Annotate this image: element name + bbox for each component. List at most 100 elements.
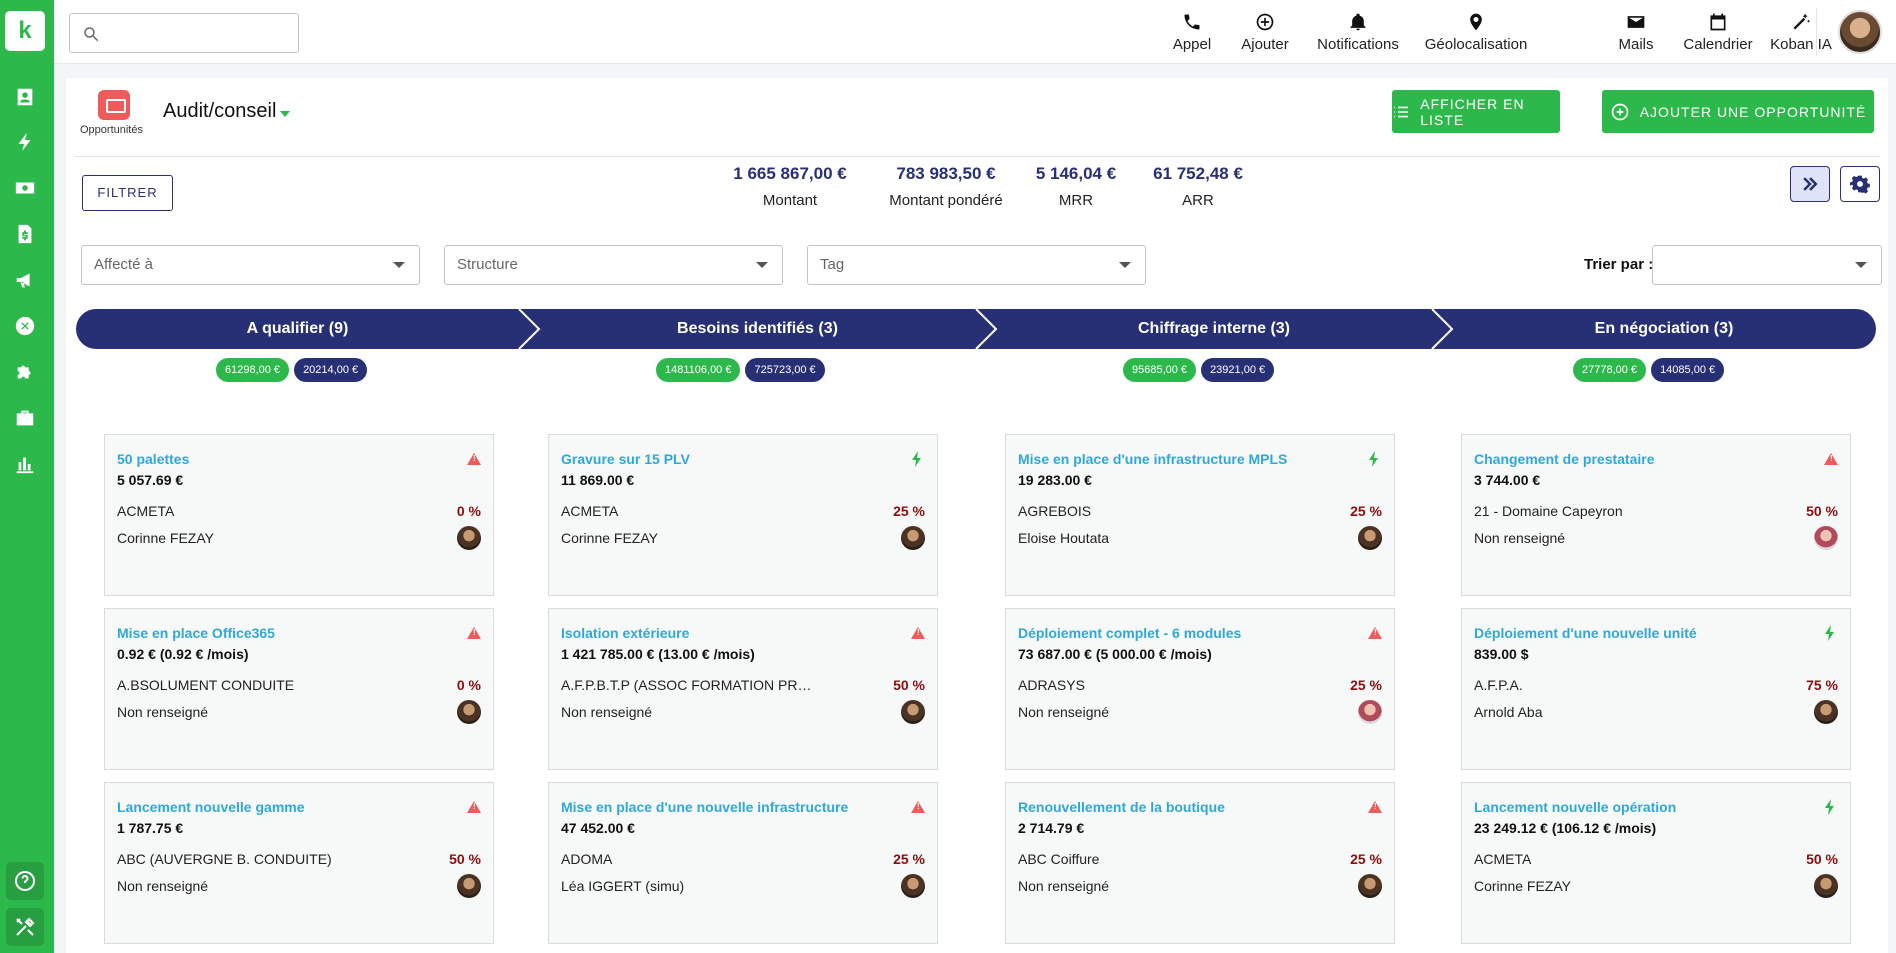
topbar-ajouter-label: Ajouter — [1241, 36, 1289, 53]
search-icon — [84, 27, 99, 42]
opportunity-amount: 11 869.00 € — [561, 472, 635, 488]
opportunity-card[interactable]: Isolation extérieure 1 421 785.00 € (13.0… — [548, 608, 938, 770]
opportunity-card[interactable]: Lancement nouvelle gamme 1 787.75 € ABC (A… — [104, 782, 494, 944]
avatar[interactable] — [1814, 526, 1838, 550]
stat-label: ARR — [1182, 192, 1214, 209]
opportunity-company: A.F.P.A. — [1474, 677, 1523, 693]
amount-badge: 95685,00 € — [1123, 358, 1197, 382]
avatar[interactable] — [457, 874, 481, 898]
topbar-mails-label: Mails — [1618, 36, 1654, 53]
list-view-button[interactable]: AFFICHER EN LISTE — [1392, 90, 1560, 133]
topbar-mails[interactable]: Mails — [1608, 12, 1664, 60]
invoice-icon[interactable] — [12, 221, 38, 247]
topbar: Appel Ajouter Notifications Géolocalisat… — [54, 0, 1896, 64]
avatar[interactable] — [1358, 526, 1382, 550]
opportunity-title[interactable]: Mise en place Office365 — [117, 625, 275, 641]
avatar[interactable] — [1814, 874, 1838, 898]
plus-circle-icon — [1611, 103, 1629, 120]
money-icon[interactable] — [12, 175, 38, 201]
tools-icon[interactable] — [6, 908, 44, 946]
opportunity-title[interactable]: Mise en place d'une infrastructure MPLS — [1018, 451, 1287, 467]
opportunity-card[interactable]: Gravure sur 15 PLV 11 869.00 € ACMETA 25 % C… — [548, 434, 938, 596]
opportunity-card[interactable]: Changement de prestataire 3 744.00 € 21 - … — [1461, 434, 1851, 596]
sort-select[interactable] — [1652, 245, 1882, 285]
opportunity-amount: 839.00 $ — [1474, 646, 1529, 662]
topbar-appel[interactable]: Appel — [1162, 12, 1222, 60]
topbar-notifications[interactable]: Notifications — [1308, 12, 1408, 60]
stat-label: Montant — [762, 192, 818, 209]
stage-a-qualifier[interactable]: A qualifier (9) — [76, 309, 519, 349]
opportunity-card[interactable]: Mise en place Office365 0.92 € (0.92 € /m… — [104, 608, 494, 770]
opportunity-title[interactable]: Lancement nouvelle opération — [1474, 799, 1676, 815]
stage-totals: 27778,00 € 14085,00 € — [1573, 358, 1725, 382]
settings-button[interactable] — [1840, 166, 1880, 202]
topbar-koban-ia[interactable]: Koban IA — [1768, 12, 1834, 60]
avatar[interactable] — [457, 526, 481, 550]
opportunity-title[interactable]: Gravure sur 15 PLV — [561, 451, 690, 467]
assigned-select[interactable]: Affecté à — [81, 245, 420, 285]
avatar[interactable] — [1814, 700, 1838, 724]
avatar[interactable] — [1358, 700, 1382, 724]
collapse-button[interactable] — [1790, 166, 1830, 202]
page-title[interactable]: Audit/conseil — [163, 100, 276, 123]
topbar-geolocalisation[interactable]: Géolocalisation — [1416, 12, 1536, 60]
opportunity-card[interactable]: Renouvellement de la boutique 2 714.79 € A… — [1005, 782, 1395, 944]
opportunity-card[interactable]: 50 palettes 5 057.69 € ACMETA 0 % Corinne FE… — [104, 434, 494, 596]
opportunity-title[interactable]: Renouvellement de la boutique — [1018, 799, 1225, 815]
opportunity-amount: 0.92 € (0.92 € /mois) — [117, 646, 249, 662]
opportunity-card[interactable]: Mise en place d'une infrastructure MPLS 1… — [1005, 434, 1395, 596]
megaphone-icon[interactable] — [12, 267, 38, 293]
chart-bar-icon[interactable] — [12, 451, 38, 477]
pipeline-stages: A qualifier (9) Besoins identifiés (3) C… — [76, 309, 1876, 349]
stage-en-negociation[interactable]: En négociation (3) — [1452, 309, 1876, 349]
stage-besoins-identifies[interactable]: Besoins identifiés (3) — [539, 309, 976, 349]
opportunity-card[interactable]: Lancement nouvelle opération 23 249.12 € … — [1461, 782, 1851, 944]
filter-button[interactable]: FILTRER — [82, 175, 173, 211]
opportunity-card[interactable]: Déploiement complet - 6 modules 73 687.00… — [1005, 608, 1395, 770]
opportunity-title[interactable]: Déploiement d'une nouvelle unité — [1474, 625, 1697, 641]
stage-chiffrage-interne[interactable]: Chiffrage interne (3) — [996, 309, 1432, 349]
opportunity-probability: 50 % — [893, 677, 925, 693]
list-view-button-label: AFFICHER EN LISTE — [1420, 95, 1525, 128]
opportunity-probability: 25 % — [1350, 503, 1382, 519]
puzzle-icon[interactable] — [12, 359, 38, 385]
opportunity-probability: 75 % — [1806, 677, 1838, 693]
opportunity-probability: 25 % — [1350, 851, 1382, 867]
briefcase-icon[interactable] — [12, 405, 38, 431]
opportunity-title[interactable]: Déploiement complet - 6 modules — [1018, 625, 1241, 641]
opportunity-probability: 50 % — [449, 851, 481, 867]
opportunity-title[interactable]: 50 palettes — [117, 451, 189, 467]
opportunity-card[interactable]: Déploiement d'une nouvelle unité 839.00 $… — [1461, 608, 1851, 770]
opportunity-title[interactable]: Mise en place d'une nouvelle infrastruct… — [561, 799, 848, 815]
contacts-icon[interactable] — [12, 84, 38, 110]
topbar-koban-ia-label: Koban IA — [1770, 36, 1832, 53]
chevron-down-icon[interactable] — [280, 111, 290, 117]
topbar-calendrier[interactable]: Calendrier — [1676, 12, 1760, 60]
wrench-icon[interactable] — [12, 313, 38, 339]
topbar-ajouter[interactable]: Ajouter — [1230, 12, 1300, 60]
search-input[interactable] — [110, 22, 290, 44]
opportunity-card[interactable]: Mise en place d'une nouvelle infrastruct… — [548, 782, 938, 944]
avatar[interactable] — [901, 700, 925, 724]
bolt-icon — [1825, 799, 1834, 815]
avatar[interactable] — [901, 526, 925, 550]
search-box[interactable] — [69, 13, 299, 53]
topbar-geolocalisation-label: Géolocalisation — [1424, 36, 1528, 53]
structure-select[interactable]: Structure — [444, 245, 783, 285]
bolt-icon[interactable] — [12, 129, 38, 155]
opportunity-company: ABC Coiffure — [1018, 851, 1100, 867]
weighted-badge: 20214,00 € — [294, 358, 368, 382]
avatar[interactable] — [1358, 874, 1382, 898]
opportunity-title[interactable]: Isolation extérieure — [561, 625, 689, 641]
opportunity-title[interactable]: Changement de prestataire — [1474, 451, 1655, 467]
tag-select[interactable]: Tag — [807, 245, 1146, 285]
opportunity-amount: 47 452.00 € — [561, 820, 635, 836]
module-label: Opportunités — [80, 124, 143, 136]
avatar[interactable] — [457, 700, 481, 724]
add-opportunity-button[interactable]: AJOUTER UNE OPPORTUNITÉ — [1602, 90, 1874, 133]
opportunity-title[interactable]: Lancement nouvelle gamme — [117, 799, 305, 815]
help-icon[interactable] — [6, 862, 44, 900]
avatar[interactable] — [901, 874, 925, 898]
user-avatar[interactable] — [1838, 10, 1882, 54]
app-logo[interactable]: k — [5, 11, 45, 51]
